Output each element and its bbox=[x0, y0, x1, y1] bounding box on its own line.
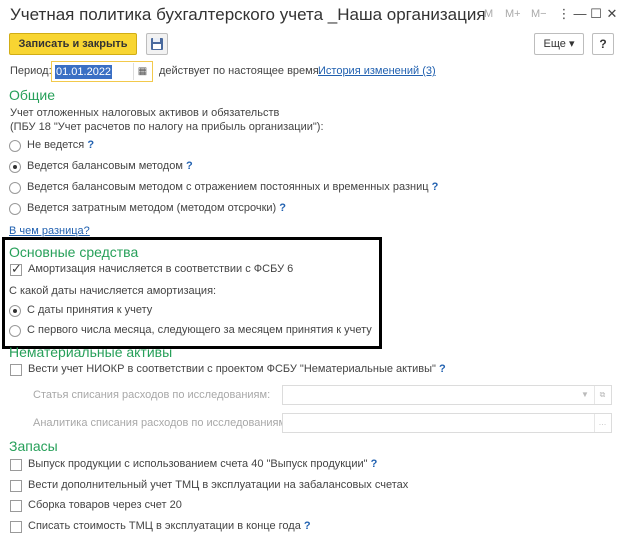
inventory-checkbox-account20[interactable] bbox=[10, 500, 22, 512]
radio-from-next-month[interactable] bbox=[9, 325, 21, 337]
research-analytics-label: Аналитика списания расходов по исследова… bbox=[33, 417, 290, 429]
niokr-checkbox[interactable] bbox=[10, 364, 22, 376]
period-date-value: 01.01.2022 bbox=[55, 65, 113, 79]
inventory-checkbox-offbalance[interactable] bbox=[10, 480, 22, 492]
section-intangible: Нематериальные активы bbox=[9, 344, 173, 360]
m-minus-button[interactable]: M− bbox=[531, 8, 547, 20]
amortization-checkbox[interactable] bbox=[10, 261, 22, 277]
section-general: Общие bbox=[9, 87, 56, 103]
inventory-label-offbalance[interactable]: Вести дополнительный учет ТМЦ в эксплуат… bbox=[28, 479, 408, 491]
period-label: Период: bbox=[10, 65, 52, 77]
ellipsis-icon[interactable]: … bbox=[594, 414, 610, 432]
inventory-label-account40[interactable]: Выпуск продукции с использованием счета … bbox=[28, 458, 377, 470]
amortization-start-label: С какой даты начисляется амортизация: bbox=[9, 285, 217, 297]
research-analytics-field[interactable]: … bbox=[282, 413, 612, 433]
inventory-label-account20[interactable]: Сборка товаров через счет 20 bbox=[28, 499, 182, 511]
research-writeoff-field[interactable]: ▼ ⧉ bbox=[282, 385, 612, 405]
help-icon[interactable]: ? bbox=[279, 202, 286, 214]
minimize-icon[interactable]: — bbox=[572, 6, 588, 22]
help-icon[interactable]: ? bbox=[371, 458, 378, 470]
m-plus-button[interactable]: M+ bbox=[505, 8, 521, 20]
inventory-checkbox-account40[interactable] bbox=[10, 459, 22, 471]
option-balance-with-diffs[interactable]: Ведется балансовым методом с отражением … bbox=[27, 181, 438, 193]
close-icon[interactable]: ✕ bbox=[604, 6, 620, 22]
radio-deferral-method[interactable] bbox=[9, 203, 21, 215]
dropdown-arrow-icon[interactable]: ▼ bbox=[577, 386, 593, 404]
period-date-input[interactable]: 01.01.2022 ▦ bbox=[51, 61, 153, 82]
floppy-disk-icon bbox=[151, 38, 163, 50]
open-icon[interactable]: ⧉ bbox=[594, 386, 610, 404]
option-from-acceptance-date[interactable]: С даты принятия к учету bbox=[27, 304, 152, 316]
save-button[interactable] bbox=[146, 33, 168, 55]
help-icon[interactable]: ? bbox=[432, 181, 439, 193]
more-menu-icon[interactable]: ⋮ bbox=[556, 6, 572, 22]
help-icon[interactable]: ? bbox=[304, 520, 311, 532]
help-icon[interactable]: ? bbox=[87, 139, 94, 151]
research-writeoff-label: Статья списания расходов по исследования… bbox=[33, 389, 271, 401]
option-from-next-month[interactable]: С первого числа месяца, следующего за ме… bbox=[27, 324, 372, 336]
period-note: действует по настоящее время. bbox=[159, 65, 322, 77]
option-deferral-method[interactable]: Ведется затратным методом (методом отсро… bbox=[27, 202, 286, 214]
window-title: Учетная политика бухгалтерского учета _Н… bbox=[10, 5, 486, 24]
inventory-label-writeoff[interactable]: Списать стоимость ТМЦ в эксплуатации в к… bbox=[28, 520, 311, 532]
save-and-close-button[interactable]: Записать и закрыть bbox=[9, 33, 137, 55]
m-button[interactable]: M bbox=[484, 8, 493, 20]
niokr-label[interactable]: Вести учет НИОКР в соответствии с проект… bbox=[28, 363, 446, 375]
radio-balance-method[interactable] bbox=[9, 161, 21, 173]
help-icon[interactable]: ? bbox=[186, 160, 193, 172]
section-inventory: Запасы bbox=[9, 438, 58, 454]
radio-from-acceptance-date[interactable] bbox=[9, 305, 21, 317]
history-link[interactable]: История изменений (3) bbox=[318, 65, 436, 77]
help-icon[interactable]: ? bbox=[439, 363, 446, 375]
radio-balance-with-diffs[interactable] bbox=[9, 182, 21, 194]
radio-not-kept[interactable] bbox=[9, 140, 21, 152]
option-balance-method[interactable]: Ведется балансовым методом ? bbox=[27, 160, 193, 172]
difference-link[interactable]: В чем разница? bbox=[9, 225, 90, 237]
maximize-icon[interactable]: ☐ bbox=[588, 6, 604, 22]
more-button[interactable]: Еще ▾ bbox=[534, 33, 584, 55]
amortization-label[interactable]: Амортизация начисляется в соответствии с… bbox=[28, 263, 293, 275]
calendar-icon[interactable]: ▦ bbox=[133, 63, 151, 80]
tax-description-line1: Учет отложенных налоговых активов и обяз… bbox=[10, 107, 280, 119]
inventory-checkbox-writeoff[interactable] bbox=[10, 521, 22, 533]
help-button[interactable]: ? bbox=[592, 33, 614, 55]
option-not-kept[interactable]: Не ведется ? bbox=[27, 139, 94, 151]
tax-description-line2: (ПБУ 18 "Учет расчетов по налогу на приб… bbox=[10, 121, 324, 133]
section-fixed-assets: Основные средства bbox=[9, 244, 139, 260]
